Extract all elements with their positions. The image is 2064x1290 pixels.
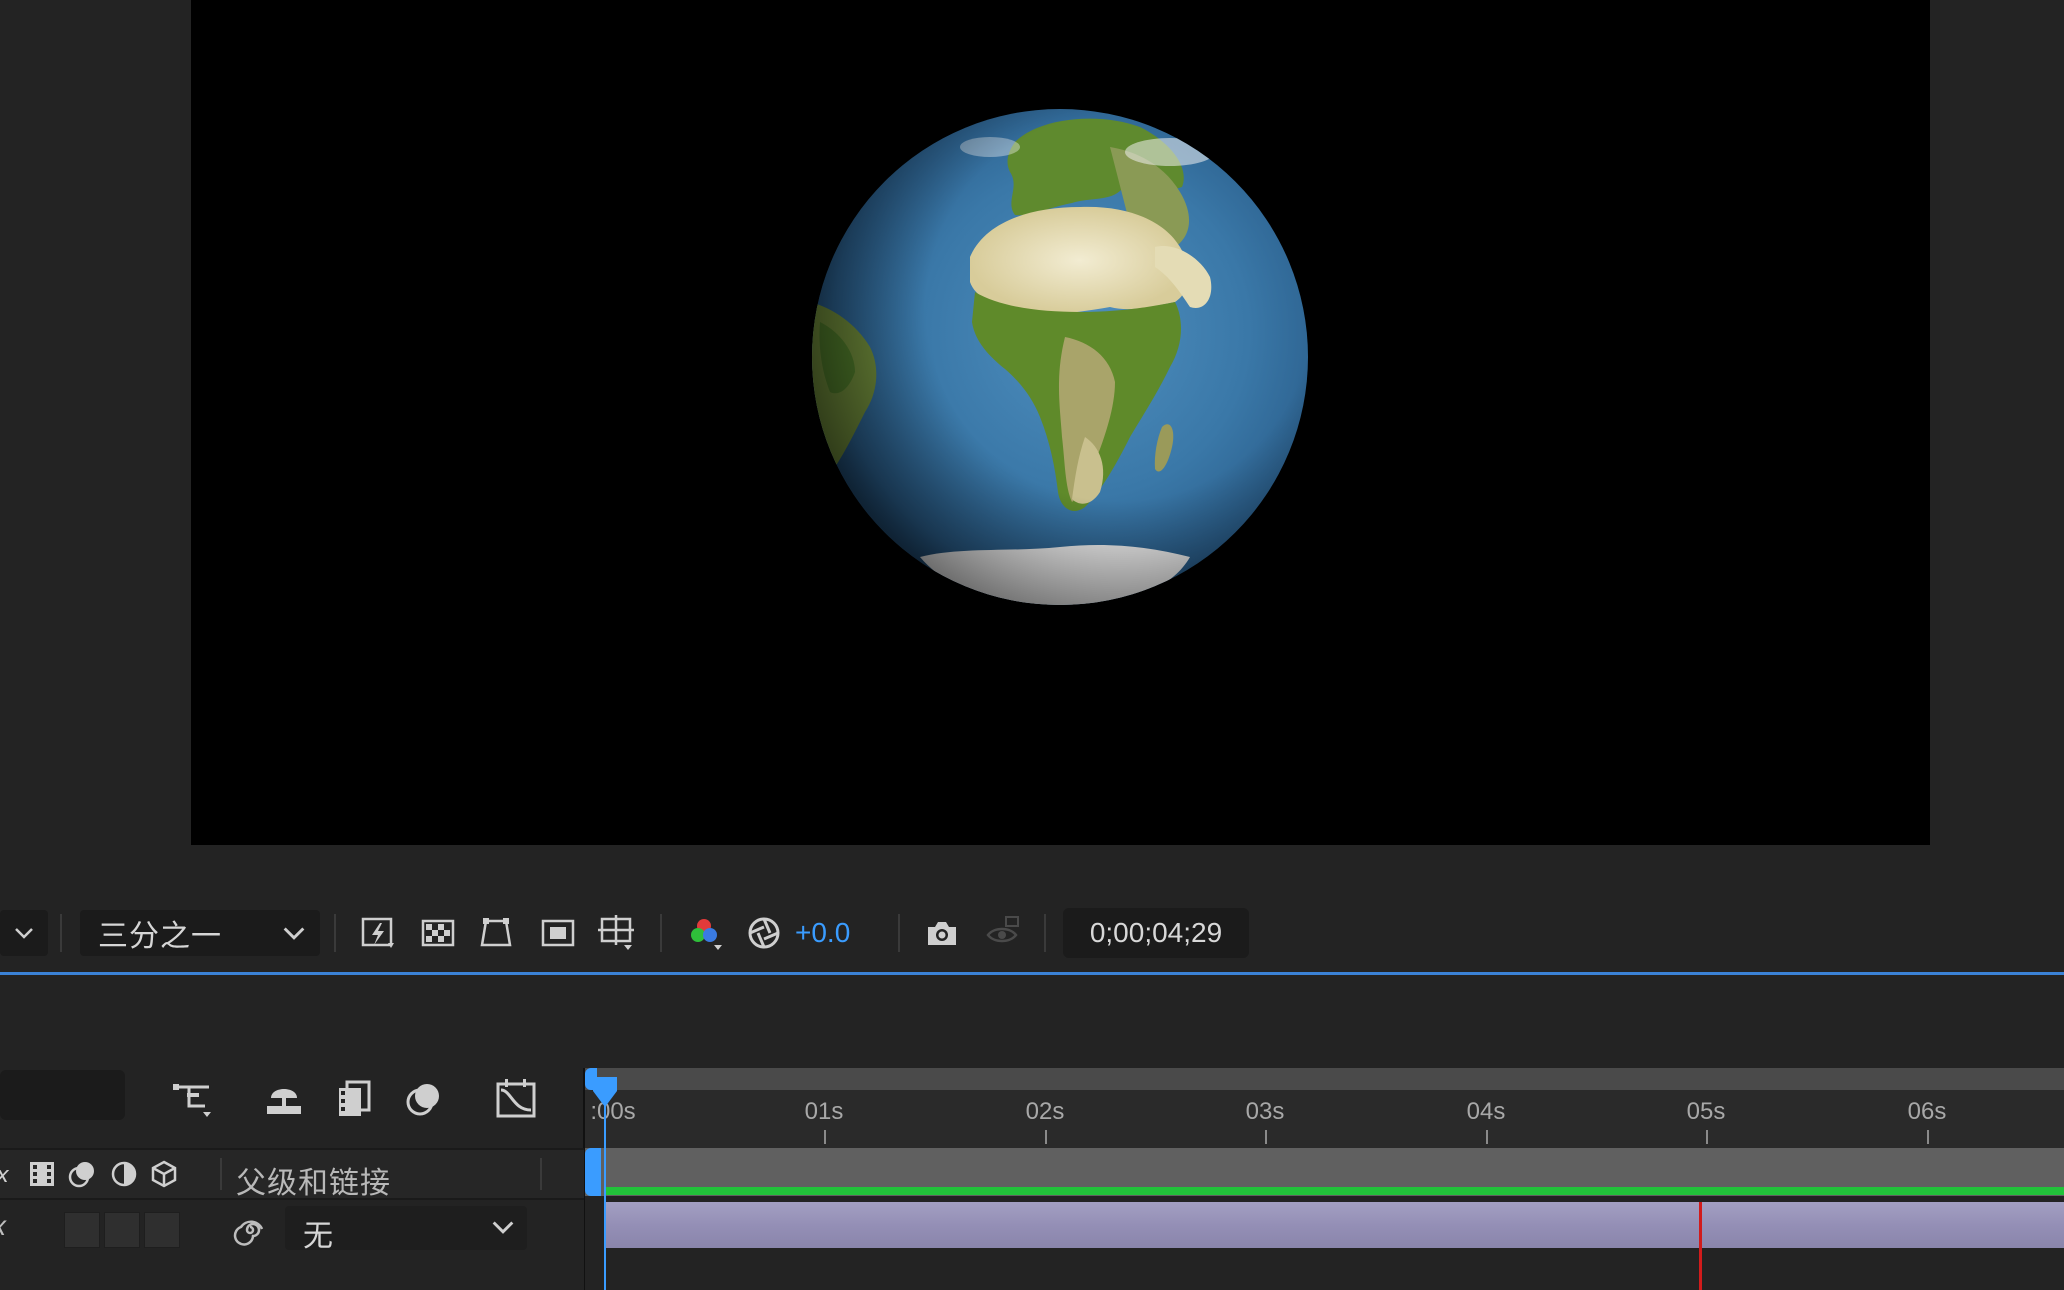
ruler-label: 02s [1025,1098,1065,1125]
frame-blend-switch[interactable] [64,1212,100,1248]
mask-path-icon [480,918,512,947]
resolution-label: 三分之一 [98,920,222,953]
parent-link-column-label: 父级和链接 [236,1167,391,1200]
render-cache-bar [606,1187,2064,1195]
layer-list-empty-area [0,1252,584,1290]
time-ruler[interactable]: :00s 01s 02s 03s 04s 05s 06s [585,1068,2064,1148]
frame-blending-button[interactable] [328,1075,380,1123]
chevron-down-icon [15,928,33,939]
parent-pickwhip[interactable] [230,1210,270,1250]
svg-text:x: x [0,1163,10,1188]
comp-flowchart-button[interactable] [166,1075,218,1123]
ruler-label: 06s [1907,1098,1947,1125]
mask-visibility-button[interactable] [472,909,520,957]
ruler-label: 04s [1466,1098,1506,1125]
graph-editor-icon [496,1079,536,1118]
playhead-icon [593,1077,617,1107]
shy-layers-button[interactable] [258,1075,310,1123]
reset-exposure-icon [748,917,780,949]
current-time-display[interactable]: 0;00;04;29 [1063,908,1249,958]
magnification-dropdown[interactable] [0,910,48,956]
toolbar-divider [334,914,336,952]
ruler-tick [1486,1130,1488,1144]
region-of-interest-button[interactable] [534,909,582,957]
toolbar-divider [898,914,900,952]
ruler-tick [824,1130,826,1144]
adjustment-layer-switch[interactable] [144,1212,180,1248]
layer-column-header: x 父级和链接 [0,1148,584,1200]
motion-blur-icon [406,1084,439,1116]
track-empty-area [585,1250,2064,1290]
region-of-interest-icon [541,919,575,947]
comp-track-start-handle[interactable] [585,1148,601,1196]
work-area-bar[interactable] [585,1068,2064,1090]
graph-editor-button[interactable] [490,1075,542,1123]
ruler-tick [1265,1130,1267,1144]
chevron-down-icon [283,927,305,940]
ruler-tick [1706,1130,1708,1144]
parent-dropdown-value: 无 [303,1220,333,1253]
ruler-label: 01s [804,1098,844,1125]
chevron-down-icon [492,1221,514,1234]
parent-dropdown[interactable]: 无 [285,1206,527,1253]
layer-search-input[interactable] [0,1070,125,1120]
adjustment-layer-column-icon [106,1156,142,1192]
fast-previews-icon [361,917,394,948]
transparency-grid-icon [421,919,455,947]
toolbar-divider [660,914,662,952]
flowchart-icon [173,1084,211,1117]
grid-guides-icon [598,915,634,950]
motion-blur-switch[interactable] [104,1212,140,1248]
exposure-value[interactable]: +0.0 [795,912,850,954]
show-snapshot-icon [986,916,1019,943]
viewer-toolbar: 三分之一 +0.0 0;00;04;29 [0,900,2064,968]
3d-layer-column-icon [146,1156,182,1192]
take-snapshot-button[interactable] [918,909,966,957]
frame-blend-column-icon [24,1156,60,1192]
pickwhip-spiral-icon [233,1220,264,1246]
motion-blur-button[interactable] [398,1075,450,1123]
ruler-tick [1927,1130,1929,1144]
composition-canvas[interactable] [191,0,1930,845]
toolbar-divider [1044,914,1046,952]
reset-exposure-button[interactable] [740,909,788,957]
resolution-dropdown[interactable]: 三分之一 [80,910,320,956]
fast-previews-button[interactable] [354,909,402,957]
layer-row[interactable]: x 无 [0,1198,584,1254]
transparency-grid-button[interactable] [414,909,462,957]
toolbar-divider [60,914,62,952]
ruler-label: 03s [1245,1098,1285,1125]
playhead-handle[interactable] [591,1075,619,1114]
earth-globe-image [812,109,1308,605]
fx-column-icon: x [0,1156,26,1192]
motion-blur-column-icon [64,1156,100,1192]
show-snapshot-button[interactable] [978,909,1026,957]
after-effects-window: 三分之一 +0.0 0;00;04;29:00s 01s 02s 03s 04… [0,0,2064,1290]
ruler-label: 05s [1686,1098,1726,1125]
camera-icon [928,922,956,945]
show-channel-button[interactable] [680,909,728,957]
frame-blending-icon [339,1080,371,1116]
layer-duration-bar[interactable] [606,1202,2064,1248]
grid-guides-button[interactable] [592,909,640,957]
column-divider[interactable] [220,1158,222,1190]
earth-globe-render [810,107,1310,607]
column-divider[interactable] [540,1158,542,1190]
fx-switch-icon[interactable]: x [0,1210,6,1242]
channel-rgb-icon [691,919,722,950]
playhead-line[interactable] [604,1100,606,1290]
time-marker[interactable] [1699,1202,1702,1290]
shy-layer-icon [267,1089,301,1114]
ruler-tick [1045,1130,1047,1144]
